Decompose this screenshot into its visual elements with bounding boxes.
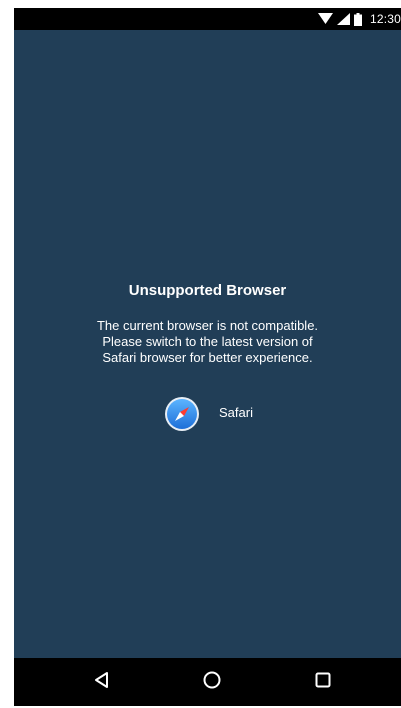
- unsupported-browser-message: Unsupported Browser The current browser …: [14, 280, 401, 366]
- message-line: The current browser is not compatible.: [96, 318, 319, 333]
- message-line: Please switch to the latest version of: [102, 334, 313, 349]
- message-line: Safari browser for better experience.: [102, 350, 313, 365]
- app-screen: 12:30 Unsupported Browser The current br…: [14, 8, 401, 706]
- recents-icon: [314, 671, 332, 694]
- navigation-bar: [14, 658, 401, 706]
- home-button[interactable]: [182, 658, 242, 706]
- safari-browser-link[interactable]: Safari: [164, 396, 253, 437]
- battery-icon: [353, 12, 362, 26]
- status-icons: 12:30: [317, 8, 401, 30]
- dialog-message: The current browser is not compatible. P…: [63, 318, 353, 366]
- cellular-signal-icon: [336, 13, 350, 25]
- status-bar: 12:30: [14, 8, 401, 30]
- safari-compass-icon: [164, 396, 200, 437]
- home-icon: [202, 670, 222, 695]
- back-icon: [93, 671, 111, 694]
- dialog-title: Unsupported Browser: [128, 282, 287, 299]
- recents-button[interactable]: [293, 658, 353, 706]
- wifi-icon: [317, 13, 333, 25]
- safari-label: Safari: [219, 405, 253, 420]
- status-clock: 12:30: [369, 12, 401, 26]
- back-button[interactable]: [72, 658, 132, 706]
